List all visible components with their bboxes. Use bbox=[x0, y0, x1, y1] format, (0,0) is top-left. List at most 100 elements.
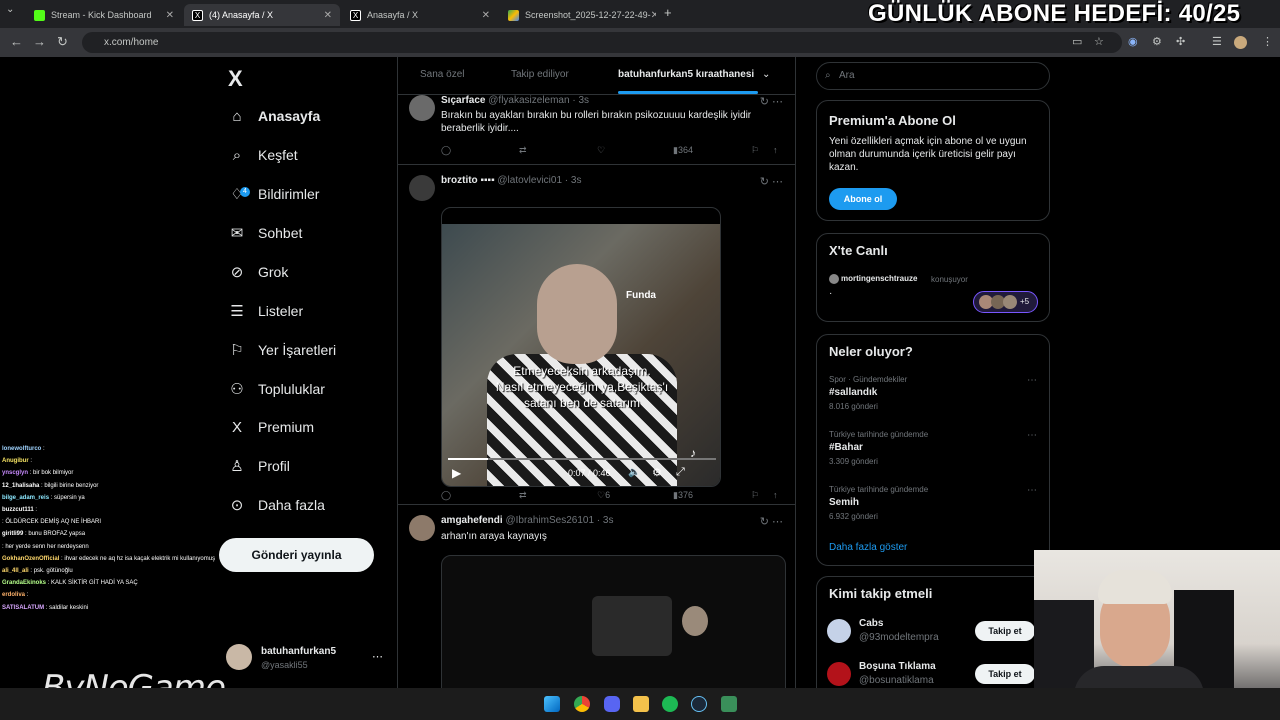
author-handle[interactable]: @latovlevici01 · 3s bbox=[497, 175, 581, 186]
spotify-icon[interactable] bbox=[662, 696, 678, 712]
extension-icon[interactable]: ◉ bbox=[1128, 35, 1138, 48]
person-icon: ♙ bbox=[230, 458, 244, 475]
tab-search-icon[interactable]: ⌄ bbox=[6, 4, 14, 15]
views-icon[interactable]: ▮ 376 bbox=[673, 490, 693, 501]
more-icon[interactable]: ↻ ⋯ bbox=[760, 95, 783, 108]
account-switcher[interactable]: batuhanfurkan5 @yasakli55 ⋯ bbox=[226, 644, 386, 676]
sidebar-item-bookmark[interactable]: ⚐ Yer İşaretleri bbox=[226, 335, 336, 365]
video-player[interactable]: Funda Etmeyeceksin arkadaşım. Nasıl etme… bbox=[441, 207, 721, 487]
author-handle[interactable]: @IbrahimSes26101 · 3s bbox=[505, 515, 613, 526]
chevron-down-icon[interactable]: ⌄ bbox=[762, 69, 770, 80]
reload-icon[interactable]: ↻ bbox=[57, 34, 68, 50]
trend-count: 8.016 gönderi bbox=[829, 402, 878, 411]
bookmark-icon[interactable]: ⚐ bbox=[751, 490, 759, 501]
author-handle[interactable]: @flyakasizeleman · 3s bbox=[488, 95, 589, 106]
more-icon[interactable]: ↻ ⋯ bbox=[760, 515, 783, 528]
reading-list-icon[interactable]: ☰ bbox=[1212, 35, 1222, 48]
follow-button[interactable]: Takip et bbox=[975, 621, 1035, 641]
share-icon[interactable]: ↑ bbox=[773, 145, 778, 155]
sidebar-item-person[interactable]: ♙ Profil bbox=[226, 451, 290, 481]
close-icon[interactable]: ✕ bbox=[651, 10, 656, 21]
search-input[interactable]: ⌕ Ara bbox=[816, 62, 1050, 90]
more-icon[interactable]: ⋯ bbox=[1027, 430, 1037, 441]
steam-icon[interactable] bbox=[691, 696, 707, 712]
profile-avatar[interactable] bbox=[1234, 36, 1247, 49]
close-icon[interactable]: ✕ bbox=[324, 10, 332, 21]
install-icon[interactable]: ▭ bbox=[1072, 35, 1082, 48]
live-listeners[interactable]: +5 bbox=[973, 291, 1038, 313]
share-icon[interactable]: ↑ bbox=[773, 490, 778, 500]
tweet[interactable]: amgahefendi @IbrahimSes26101 · 3s ↻ ⋯ ar… bbox=[398, 512, 795, 688]
volume-icon[interactable]: 🔈 bbox=[628, 467, 640, 478]
sidebar-item-list[interactable]: ☰ Listeler bbox=[226, 296, 303, 326]
app-icon[interactable] bbox=[721, 696, 737, 712]
tab-following[interactable]: Takip ediliyor bbox=[511, 69, 569, 80]
forward-icon[interactable]: → bbox=[33, 34, 46, 49]
back-icon[interactable]: ← bbox=[10, 34, 23, 49]
discord-icon[interactable] bbox=[604, 696, 620, 712]
sidebar-item-home[interactable]: ⌂ Anasayfa bbox=[226, 101, 320, 131]
windows-start-icon[interactable] bbox=[544, 696, 560, 712]
author-name[interactable]: broztito bbox=[441, 175, 478, 186]
sidebar-item-x-logo[interactable]: X Premium bbox=[226, 412, 314, 442]
file-explorer-icon[interactable] bbox=[633, 696, 649, 712]
sidebar-item-mail[interactable]: ✉ Sohbet bbox=[226, 218, 303, 248]
close-icon[interactable]: ✕ bbox=[482, 10, 490, 21]
trend-name[interactable]: Semih bbox=[829, 497, 859, 508]
subscriber-goal-overlay: GÜNLÜK ABONE HEDEFİ: 40/25 bbox=[868, 0, 1241, 27]
url-field[interactable]: x.com/home bbox=[82, 32, 1122, 53]
sidebar-item-search[interactable]: ⌕ Keşfet bbox=[226, 140, 298, 170]
sidebar-item-grok[interactable]: ⊘ Grok bbox=[226, 257, 289, 287]
tweet-media[interactable] bbox=[441, 555, 786, 688]
bookmark-icon[interactable]: ⚐ bbox=[751, 145, 759, 156]
avatar[interactable] bbox=[409, 95, 435, 121]
post-button[interactable]: Gönderi yayınla bbox=[219, 538, 374, 572]
reply-icon[interactable]: ◯ bbox=[441, 490, 451, 501]
tab-screenshot[interactable]: Screenshot_2025-12-27-22-49- ✕ bbox=[500, 4, 656, 26]
bookmark-star-icon[interactable]: ☆ bbox=[1094, 35, 1104, 48]
follow-suggestion[interactable]: Cabs @93modeltempra Takip et bbox=[817, 617, 1049, 653]
avatar[interactable] bbox=[409, 515, 435, 541]
tab-x-home-active[interactable]: X (4) Anasayfa / X ✕ bbox=[184, 4, 340, 26]
views-icon[interactable]: ▮ 364 bbox=[673, 145, 693, 156]
trend-name[interactable]: #sallandık bbox=[829, 387, 877, 398]
tab-kick-dashboard[interactable]: Stream - Kick Dashboard ✕ bbox=[26, 4, 182, 26]
reply-icon[interactable]: ◯ bbox=[441, 145, 451, 156]
subscribe-button[interactable]: Abone ol bbox=[829, 188, 897, 210]
fullscreen-icon[interactable]: ⤢ bbox=[676, 466, 685, 479]
like-icon[interactable]: ♡ bbox=[597, 145, 605, 156]
x-logo-icon[interactable]: X bbox=[228, 66, 243, 92]
settings-icon[interactable]: ⚙ bbox=[652, 466, 662, 479]
extension-icon[interactable]: ⚙ bbox=[1152, 35, 1162, 48]
more-icon[interactable]: ↻ ⋯ bbox=[760, 175, 783, 188]
retweet-icon[interactable]: ⇄ bbox=[519, 490, 527, 501]
new-tab-icon[interactable]: + bbox=[664, 5, 672, 20]
follow-button[interactable]: Takip et bbox=[975, 664, 1035, 684]
menu-kebab-icon[interactable]: ⋮ bbox=[1262, 35, 1273, 48]
close-icon[interactable]: ✕ bbox=[166, 10, 174, 21]
sidebar-item-more[interactable]: ⊙ Daha fazla bbox=[226, 490, 325, 520]
more-icon[interactable]: ⋯ bbox=[372, 650, 383, 663]
sidebar-item-community[interactable]: ⚇ Topluluklar bbox=[226, 374, 325, 404]
tweet[interactable]: Sıçarface @flyakasizeleman · 3s ↻ ⋯ Bıra… bbox=[398, 95, 795, 165]
author-name[interactable]: Sıçarface bbox=[441, 95, 485, 106]
live-card[interactable]: X'te Canlı mortingenschtrauze konuşuyor … bbox=[816, 233, 1050, 322]
tab-x-home[interactable]: X Anasayfa / X ✕ bbox=[342, 4, 498, 26]
extensions-puzzle-icon[interactable]: ✣ bbox=[1176, 35, 1185, 48]
tab-for-you[interactable]: Sana özel bbox=[420, 69, 464, 80]
like-icon[interactable]: ♡ 6 bbox=[597, 490, 610, 501]
chrome-icon[interactable] bbox=[574, 696, 590, 712]
chat-separator: : bbox=[25, 592, 29, 599]
play-icon[interactable]: ▶ bbox=[452, 466, 461, 480]
trend-name[interactable]: #Bahar bbox=[829, 442, 863, 453]
video-progress-bar[interactable] bbox=[448, 458, 716, 460]
sidebar-item-bell[interactable]: ♢ 4 Bildirimler bbox=[226, 179, 319, 209]
show-more-link[interactable]: Daha fazla göster bbox=[829, 542, 907, 553]
author-name[interactable]: amgahefendi bbox=[441, 515, 503, 526]
more-icon[interactable]: ⋯ bbox=[1027, 375, 1037, 386]
tab-community[interactable]: batuhanfurkan5 kıraathanesi bbox=[618, 69, 754, 80]
retweet-icon[interactable]: ⇄ bbox=[519, 145, 527, 156]
tweet[interactable]: broztito ▪▪▪▪ @latovlevici01 · 3s ↻ ⋯ Fu… bbox=[398, 172, 795, 505]
avatar[interactable] bbox=[409, 175, 435, 201]
more-icon[interactable]: ⋯ bbox=[1027, 485, 1037, 496]
